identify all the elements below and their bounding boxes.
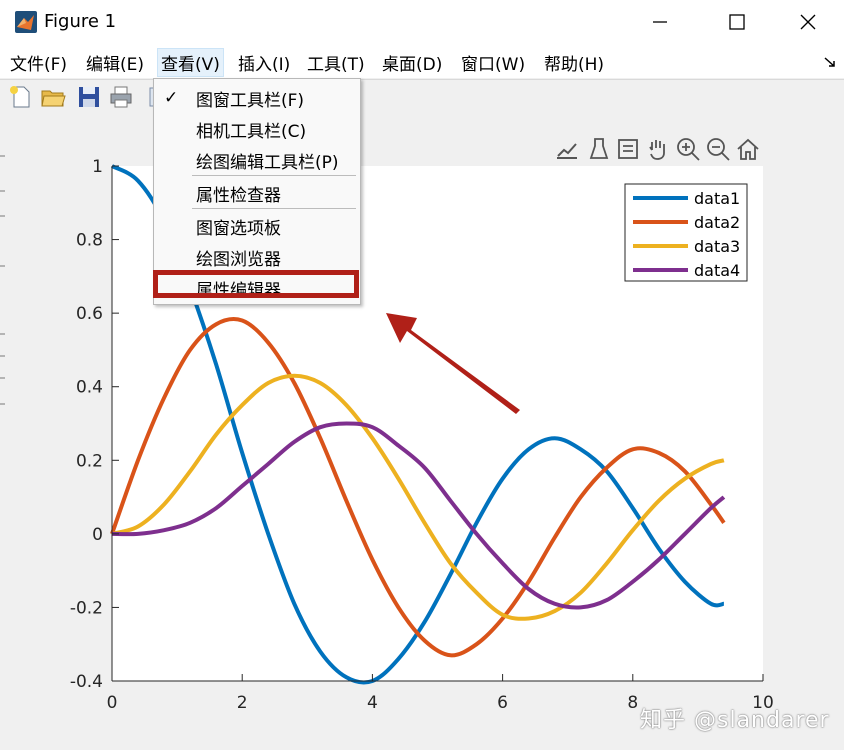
zoom-in-icon[interactable] bbox=[675, 136, 701, 162]
pan-hand-icon[interactable] bbox=[645, 136, 671, 162]
x-tick-label: 0 bbox=[107, 693, 118, 713]
y-tick-label: -0.4 bbox=[70, 672, 103, 692]
legend-label-data2: data2 bbox=[694, 213, 740, 232]
y-tick-label: 0.8 bbox=[76, 231, 103, 251]
menu-item-camera-toolbar[interactable]: 相机工具栏(C) bbox=[196, 117, 306, 142]
menu-item-figure-palette[interactable]: 图窗选项板 bbox=[196, 214, 281, 239]
legend-label-data3: data3 bbox=[694, 237, 740, 256]
datatip-icon[interactable] bbox=[615, 136, 641, 162]
menu-separator bbox=[192, 175, 356, 176]
y-tick-label: 0.4 bbox=[76, 378, 103, 398]
menu-item-figure-toolbar[interactable]: 图窗工具栏(F) bbox=[196, 86, 304, 111]
y-tick-label: 0.2 bbox=[76, 451, 103, 471]
legend-label-data1: data1 bbox=[694, 189, 740, 208]
chart: 0 2 4 6 8 10-0.4-0.200.20.40.60.81 data1 data… bbox=[70, 157, 774, 713]
y-tick-label: -0.2 bbox=[70, 598, 103, 618]
x-tick-label: 4 bbox=[367, 693, 378, 713]
menu-item-plot-browser[interactable]: 绘图浏览器 bbox=[196, 245, 281, 270]
y-tick-label: 1 bbox=[92, 157, 103, 177]
menu-item-property-inspector[interactable]: 属性检查器 bbox=[196, 181, 281, 206]
zoom-out-icon[interactable] bbox=[705, 136, 731, 162]
legend-label-data4: data4 bbox=[694, 261, 740, 280]
menu-item-plot-edit-toolbar[interactable]: 绘图编辑工具栏(P) bbox=[196, 148, 339, 173]
highlight-box bbox=[153, 270, 359, 298]
x-tick-label: 8 bbox=[627, 693, 638, 713]
watermark: 知乎 @slandarer bbox=[640, 708, 830, 733]
check-icon: ✓ bbox=[164, 88, 179, 108]
brush-icon[interactable] bbox=[586, 136, 612, 162]
x-tick-label: 2 bbox=[237, 693, 248, 713]
legend[interactable]: data1 data2 data3 data4 bbox=[624, 183, 748, 282]
x-tick-label: 6 bbox=[497, 693, 508, 713]
y-tick-label: 0.6 bbox=[76, 304, 103, 324]
menu-separator bbox=[192, 208, 356, 209]
y-tick-label: 0 bbox=[92, 525, 103, 545]
export-icon[interactable] bbox=[554, 136, 580, 162]
home-icon[interactable] bbox=[735, 136, 761, 162]
